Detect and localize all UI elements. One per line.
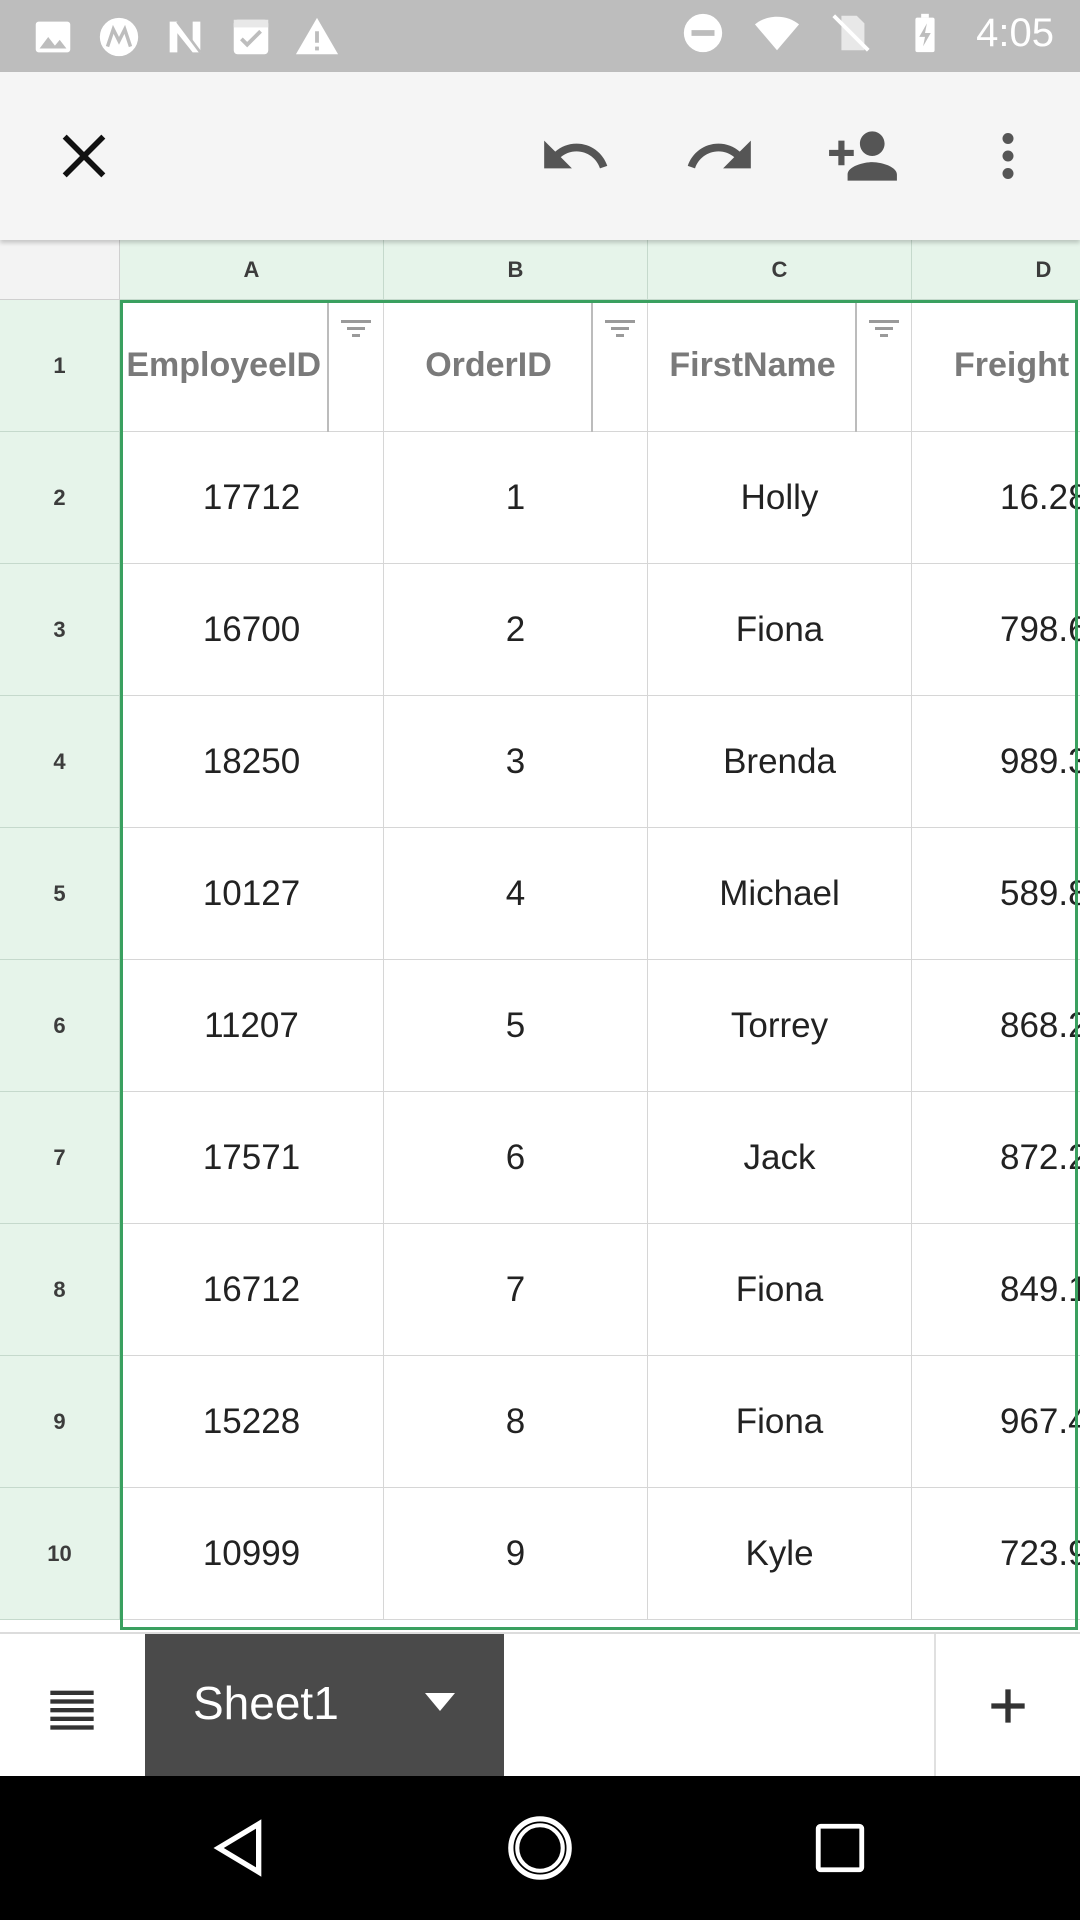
cell-c5[interactable]: Michael xyxy=(648,828,912,960)
clock: 4:05 xyxy=(976,10,1054,55)
filter-button-a[interactable] xyxy=(327,300,381,432)
row-header-5[interactable]: 5 xyxy=(0,828,120,960)
sheet-tab-sheet1[interactable]: Sheet1 xyxy=(145,1634,504,1778)
redo-icon xyxy=(687,140,751,169)
add-person-icon xyxy=(829,131,897,181)
cell-d7[interactable]: 872.2 xyxy=(912,1092,1080,1224)
cell-c10[interactable]: Kyle xyxy=(648,1488,912,1620)
cell-c8[interactable]: Fiona xyxy=(648,1224,912,1356)
cell-b3[interactable]: 2 xyxy=(384,564,648,696)
home-button[interactable] xyxy=(500,1808,580,1888)
status-bar: 4:05 xyxy=(0,0,1080,72)
cell-a8[interactable]: 16712 xyxy=(120,1224,384,1356)
cell-b4[interactable]: 3 xyxy=(384,696,648,828)
cell-b7[interactable]: 6 xyxy=(384,1092,648,1224)
dropdown-arrow-icon[interactable] xyxy=(423,1690,457,1714)
back-icon xyxy=(213,1819,262,1877)
cell-a4[interactable]: 18250 xyxy=(120,696,384,828)
header-cell-d[interactable]: Freight xyxy=(912,300,1080,432)
redo-button[interactable] xyxy=(680,116,760,196)
cell-b9[interactable]: 8 xyxy=(384,1356,648,1488)
close-icon xyxy=(62,134,106,178)
sheet-tab-label: Sheet1 xyxy=(193,1677,339,1729)
navigation-bar xyxy=(0,1776,1080,1920)
cell-a7[interactable]: 17571 xyxy=(120,1092,384,1224)
recents-button[interactable] xyxy=(800,1808,880,1888)
tab-divider xyxy=(934,1634,936,1778)
row-header-3[interactable]: 3 xyxy=(0,564,120,696)
cell-a5[interactable]: 10127 xyxy=(120,828,384,960)
select-all-corner[interactable] xyxy=(0,240,120,300)
row-header-7[interactable]: 7 xyxy=(0,1092,120,1224)
row-header-6[interactable]: 6 xyxy=(0,960,120,1092)
more-options-button[interactable] xyxy=(968,116,1048,196)
cell-c7[interactable]: Jack xyxy=(648,1092,912,1224)
undo-icon xyxy=(544,140,608,169)
cell-d2[interactable]: 16.28 xyxy=(912,432,1080,564)
more-vert-icon xyxy=(1002,133,1014,179)
do-not-disturb-icon xyxy=(683,13,723,53)
cell-a10[interactable]: 10999 xyxy=(120,1488,384,1620)
cell-a6[interactable]: 11207 xyxy=(120,960,384,1092)
wifi-icon xyxy=(755,16,800,51)
battery-charging-icon xyxy=(915,13,935,53)
cell-d6[interactable]: 868.2 xyxy=(912,960,1080,1092)
cell-c2[interactable]: Holly xyxy=(648,432,912,564)
column-header-b[interactable]: B xyxy=(384,240,648,300)
cell-c4[interactable]: Brenda xyxy=(648,696,912,828)
cell-b10[interactable]: 9 xyxy=(384,1488,648,1620)
cell-b6[interactable]: 5 xyxy=(384,960,648,1092)
add-sheet-button[interactable] xyxy=(968,1666,1048,1746)
task-check-icon xyxy=(233,19,269,55)
cell-d8[interactable]: 849.1 xyxy=(912,1224,1080,1356)
filter-icon xyxy=(341,320,371,337)
row-header-1[interactable]: 1 xyxy=(0,300,120,432)
filter-button-c[interactable] xyxy=(855,300,909,432)
row-header-9[interactable]: 9 xyxy=(0,1356,120,1488)
cell-a3[interactable]: 16700 xyxy=(120,564,384,696)
row-header-8[interactable]: 8 xyxy=(0,1224,120,1356)
close-button[interactable] xyxy=(44,116,124,196)
toolbar xyxy=(0,72,1080,240)
warning-icon xyxy=(295,17,339,55)
share-add-person-button[interactable] xyxy=(823,116,903,196)
cell-a2[interactable]: 17712 xyxy=(120,432,384,564)
spreadsheet-grid[interactable]: A B C D 1 EmployeeID OrderID FirstName Freig… xyxy=(0,240,1080,1632)
sheet-tab-bar: Sheet1 xyxy=(0,1632,1080,1778)
gallery-icon xyxy=(35,21,71,53)
cell-d9[interactable]: 967.4 xyxy=(912,1356,1080,1488)
n-icon xyxy=(169,20,202,54)
motorola-icon xyxy=(99,17,139,57)
cell-b2[interactable]: 1 xyxy=(384,432,648,564)
no-sim-icon xyxy=(832,14,870,52)
cell-b8[interactable]: 7 xyxy=(384,1224,648,1356)
column-header-d[interactable]: D xyxy=(912,240,1080,300)
undo-button[interactable] xyxy=(535,116,615,196)
cell-c6[interactable]: Torrey xyxy=(648,960,912,1092)
recents-icon xyxy=(815,1823,865,1873)
cell-b5[interactable]: 4 xyxy=(384,828,648,960)
cell-c3[interactable]: Fiona xyxy=(648,564,912,696)
row-header-4[interactable]: 4 xyxy=(0,696,120,828)
column-header-c[interactable]: C xyxy=(648,240,912,300)
back-button[interactable] xyxy=(200,1808,280,1888)
column-header-a[interactable]: A xyxy=(120,240,384,300)
row-header-10[interactable]: 10 xyxy=(0,1488,120,1620)
menu-list-icon xyxy=(50,1690,94,1730)
filter-button-b[interactable] xyxy=(591,300,645,432)
sheet-list-button[interactable] xyxy=(30,1666,114,1750)
filter-icon xyxy=(869,320,899,337)
plus-icon xyxy=(991,1689,1025,1723)
cell-a9[interactable]: 15228 xyxy=(120,1356,384,1488)
cell-d3[interactable]: 798.6 xyxy=(912,564,1080,696)
cell-d4[interactable]: 989.3 xyxy=(912,696,1080,828)
cell-d10[interactable]: 723.9 xyxy=(912,1488,1080,1620)
filter-icon xyxy=(605,320,635,337)
row-header-2[interactable]: 2 xyxy=(0,432,120,564)
cell-d5[interactable]: 589.8 xyxy=(912,828,1080,960)
home-icon xyxy=(508,1816,572,1880)
cell-c9[interactable]: Fiona xyxy=(648,1356,912,1488)
